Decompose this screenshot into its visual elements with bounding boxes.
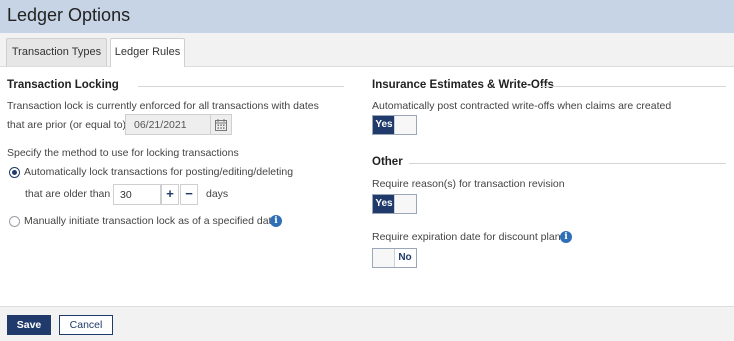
info-icon[interactable]: i — [270, 215, 282, 227]
ledger-rules-panel: Transaction Locking Transaction lock is … — [0, 66, 734, 306]
toggle-knob — [373, 249, 395, 267]
expiration-label: Require expiration date for discount pla… — [372, 231, 566, 243]
method-prompt: Specify the method to use for locking tr… — [7, 147, 239, 159]
insurance-heading: Insurance Estimates & Write-Offs — [372, 79, 554, 91]
increment-button[interactable]: + — [161, 184, 179, 205]
toggle-on-label: Yes — [373, 195, 395, 213]
save-button[interactable]: Save — [7, 315, 51, 335]
lock-date-value: 06/21/2021 — [134, 119, 187, 131]
section-divider — [541, 86, 726, 87]
lock-date-field: 06/21/2021 — [125, 114, 232, 135]
section-divider — [409, 163, 726, 164]
days-value: 30 — [120, 189, 132, 201]
reason-label: Require reason(s) for transaction revisi… — [372, 178, 565, 190]
other-heading: Other — [372, 156, 403, 168]
tab-ledger-rules[interactable]: Ledger Rules — [110, 38, 185, 67]
toggle-knob — [394, 116, 416, 134]
section-divider — [138, 86, 344, 87]
toggle-off-label: No — [398, 252, 412, 263]
transaction-locking-heading: Transaction Locking — [7, 79, 119, 91]
decrement-button[interactable]: − — [180, 184, 198, 205]
reason-toggle[interactable]: Yes — [372, 194, 417, 214]
title-bar: Ledger Options — [0, 0, 734, 33]
older-than-label: that are older than — [25, 188, 111, 200]
toggle-knob — [394, 195, 416, 213]
tab-bar: Transaction Types Ledger Rules — [0, 33, 734, 67]
info-icon[interactable]: i — [560, 231, 572, 243]
auto-lock-radio[interactable] — [9, 167, 20, 178]
toggle-on-label: Yes — [373, 116, 395, 134]
tab-transaction-types[interactable]: Transaction Types — [6, 38, 107, 66]
expiration-toggle[interactable]: No — [372, 248, 417, 268]
days-input[interactable]: 30 — [113, 184, 161, 205]
auto-post-label: Automatically post contracted write-offs… — [372, 100, 672, 112]
calendar-icon[interactable] — [210, 115, 231, 134]
cancel-button[interactable]: Cancel — [59, 315, 113, 335]
prior-label: that are prior (or equal to) — [7, 119, 127, 131]
manual-lock-label: Manually initiate transaction lock as of… — [24, 215, 278, 227]
window-title: Ledger Options — [7, 5, 131, 25]
footer-bar: Save Cancel — [0, 306, 734, 341]
lock-status-text: Transaction lock is currently enforced f… — [7, 100, 319, 112]
manual-lock-radio[interactable] — [9, 216, 20, 227]
auto-post-toggle[interactable]: Yes — [372, 115, 417, 135]
days-label: days — [206, 188, 229, 200]
auto-lock-label: Automatically lock transactions for post… — [24, 166, 294, 178]
